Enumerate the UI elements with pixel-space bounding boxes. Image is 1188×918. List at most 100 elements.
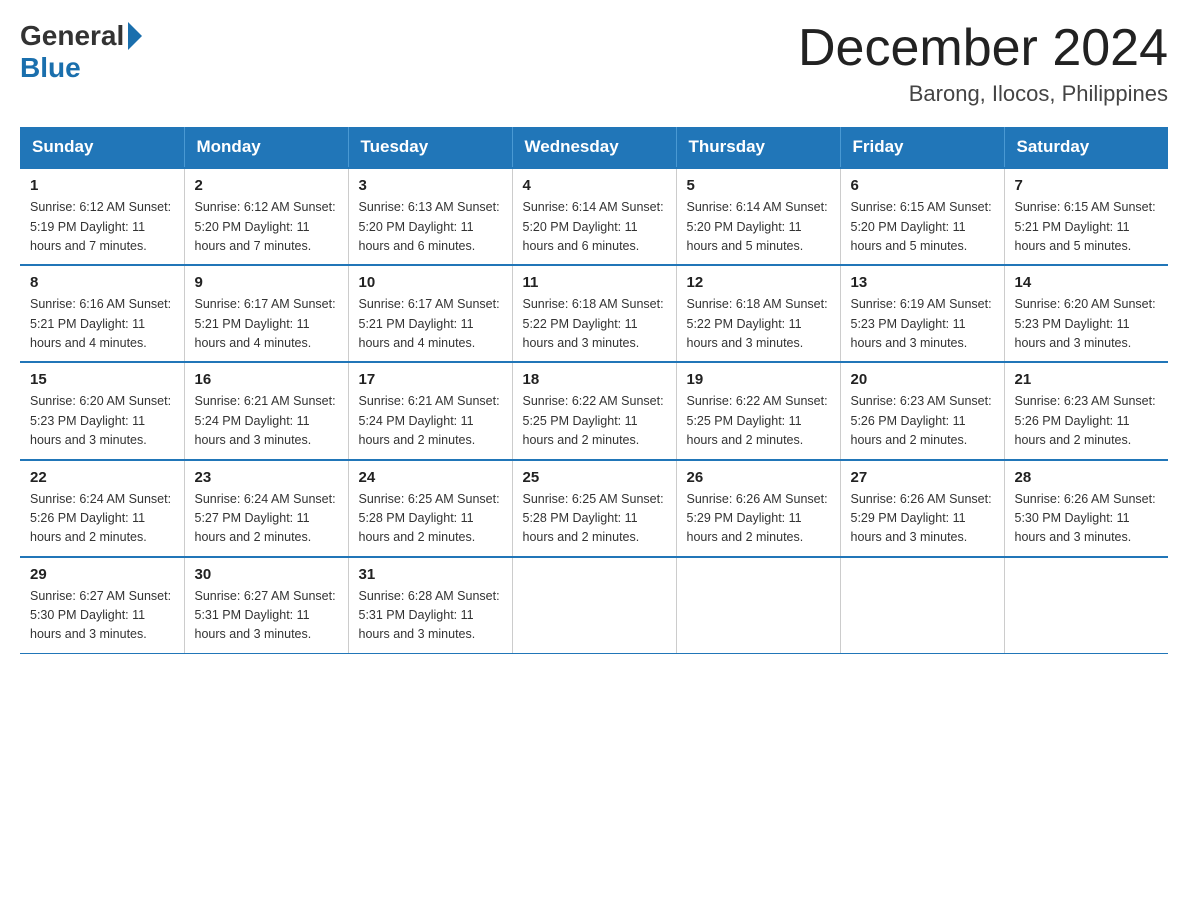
calendar-cell: 4 Sunrise: 6:14 AM Sunset: 5:20 PM Daylig… <box>512 168 676 265</box>
day-number: 1 <box>30 177 174 194</box>
logo-triangle-icon <box>128 22 142 50</box>
calendar-cell: 12 Sunrise: 6:18 AM Sunset: 5:22 PM Dayli… <box>676 265 840 362</box>
calendar-header: SundayMondayTuesdayWednesdayThursdayFrid… <box>20 127 1168 168</box>
day-info: Sunrise: 6:23 AM Sunset: 5:26 PM Dayligh… <box>851 392 994 450</box>
day-number: 28 <box>1015 469 1159 486</box>
day-info: Sunrise: 6:24 AM Sunset: 5:27 PM Dayligh… <box>195 490 338 548</box>
calendar-cell: 6 Sunrise: 6:15 AM Sunset: 5:20 PM Daylig… <box>840 168 1004 265</box>
day-info: Sunrise: 6:24 AM Sunset: 5:26 PM Dayligh… <box>30 490 174 548</box>
day-info: Sunrise: 6:26 AM Sunset: 5:29 PM Dayligh… <box>687 490 830 548</box>
day-number: 30 <box>195 566 338 583</box>
day-info: Sunrise: 6:27 AM Sunset: 5:31 PM Dayligh… <box>195 587 338 645</box>
calendar-cell <box>512 557 676 654</box>
calendar-cell: 9 Sunrise: 6:17 AM Sunset: 5:21 PM Daylig… <box>184 265 348 362</box>
calendar-cell: 22Sunrise: 6:24 AM Sunset: 5:26 PM Dayli… <box>20 460 184 557</box>
calendar-cell: 1 Sunrise: 6:12 AM Sunset: 5:19 PM Daylig… <box>20 168 184 265</box>
day-number: 7 <box>1015 177 1159 194</box>
calendar-cell: 19Sunrise: 6:22 AM Sunset: 5:25 PM Dayli… <box>676 362 840 459</box>
day-number: 8 <box>30 274 174 291</box>
day-number: 18 <box>523 371 666 388</box>
day-info: Sunrise: 6:21 AM Sunset: 5:24 PM Dayligh… <box>359 392 502 450</box>
calendar-cell: 3 Sunrise: 6:13 AM Sunset: 5:20 PM Daylig… <box>348 168 512 265</box>
calendar-cell: 2 Sunrise: 6:12 AM Sunset: 5:20 PM Daylig… <box>184 168 348 265</box>
day-info: Sunrise: 6:12 AM Sunset: 5:20 PM Dayligh… <box>195 198 338 256</box>
day-number: 16 <box>195 371 338 388</box>
calendar-cell <box>840 557 1004 654</box>
day-info: Sunrise: 6:19 AM Sunset: 5:23 PM Dayligh… <box>851 295 994 353</box>
day-of-week-friday: Friday <box>840 127 1004 168</box>
day-number: 2 <box>195 177 338 194</box>
day-info: Sunrise: 6:15 AM Sunset: 5:21 PM Dayligh… <box>1015 198 1159 256</box>
calendar-week-row: 15Sunrise: 6:20 AM Sunset: 5:23 PM Dayli… <box>20 362 1168 459</box>
title-block: December 2024 Barong, Ilocos, Philippine… <box>798 20 1168 107</box>
day-info: Sunrise: 6:27 AM Sunset: 5:30 PM Dayligh… <box>30 587 174 645</box>
calendar-cell: 28Sunrise: 6:26 AM Sunset: 5:30 PM Dayli… <box>1004 460 1168 557</box>
day-number: 27 <box>851 469 994 486</box>
calendar-cell: 13 Sunrise: 6:19 AM Sunset: 5:23 PM Dayli… <box>840 265 1004 362</box>
day-number: 31 <box>359 566 502 583</box>
day-info: Sunrise: 6:17 AM Sunset: 5:21 PM Dayligh… <box>195 295 338 353</box>
day-info: Sunrise: 6:22 AM Sunset: 5:25 PM Dayligh… <box>687 392 830 450</box>
calendar-cell <box>676 557 840 654</box>
day-of-week-wednesday: Wednesday <box>512 127 676 168</box>
calendar-cell: 15Sunrise: 6:20 AM Sunset: 5:23 PM Dayli… <box>20 362 184 459</box>
day-of-week-sunday: Sunday <box>20 127 184 168</box>
day-number: 29 <box>30 566 174 583</box>
calendar-cell: 14Sunrise: 6:20 AM Sunset: 5:23 PM Dayli… <box>1004 265 1168 362</box>
day-of-week-tuesday: Tuesday <box>348 127 512 168</box>
day-number: 12 <box>687 274 830 291</box>
day-info: Sunrise: 6:12 AM Sunset: 5:19 PM Dayligh… <box>30 198 174 256</box>
calendar-cell: 17 Sunrise: 6:21 AM Sunset: 5:24 PM Dayli… <box>348 362 512 459</box>
calendar-cell: 10 Sunrise: 6:17 AM Sunset: 5:21 PM Dayli… <box>348 265 512 362</box>
day-number: 13 <box>851 274 994 291</box>
calendar-cell: 8 Sunrise: 6:16 AM Sunset: 5:21 PM Daylig… <box>20 265 184 362</box>
logo-blue-text: Blue <box>20 52 81 84</box>
day-number: 14 <box>1015 274 1159 291</box>
day-number: 6 <box>851 177 994 194</box>
calendar-cell: 5Sunrise: 6:14 AM Sunset: 5:20 PM Daylig… <box>676 168 840 265</box>
day-info: Sunrise: 6:22 AM Sunset: 5:25 PM Dayligh… <box>523 392 666 450</box>
calendar-cell: 27Sunrise: 6:26 AM Sunset: 5:29 PM Dayli… <box>840 460 1004 557</box>
day-number: 3 <box>359 177 502 194</box>
day-info: Sunrise: 6:15 AM Sunset: 5:20 PM Dayligh… <box>851 198 994 256</box>
day-number: 9 <box>195 274 338 291</box>
day-info: Sunrise: 6:21 AM Sunset: 5:24 PM Dayligh… <box>195 392 338 450</box>
calendar-cell: 24Sunrise: 6:25 AM Sunset: 5:28 PM Dayli… <box>348 460 512 557</box>
calendar-cell: 11Sunrise: 6:18 AM Sunset: 5:22 PM Dayli… <box>512 265 676 362</box>
day-info: Sunrise: 6:18 AM Sunset: 5:22 PM Dayligh… <box>687 295 830 353</box>
calendar-cell: 26 Sunrise: 6:26 AM Sunset: 5:29 PM Dayli… <box>676 460 840 557</box>
calendar-body: 1 Sunrise: 6:12 AM Sunset: 5:19 PM Daylig… <box>20 168 1168 653</box>
calendar-cell: 18 Sunrise: 6:22 AM Sunset: 5:25 PM Dayli… <box>512 362 676 459</box>
calendar-cell: 31Sunrise: 6:28 AM Sunset: 5:31 PM Dayli… <box>348 557 512 654</box>
day-number: 20 <box>851 371 994 388</box>
logo-general-text: General <box>20 20 124 52</box>
day-info: Sunrise: 6:25 AM Sunset: 5:28 PM Dayligh… <box>523 490 666 548</box>
day-of-week-monday: Monday <box>184 127 348 168</box>
day-number: 23 <box>195 469 338 486</box>
month-title: December 2024 <box>798 20 1168 77</box>
calendar-week-row: 29 Sunrise: 6:27 AM Sunset: 5:30 PM Dayli… <box>20 557 1168 654</box>
day-header-row: SundayMondayTuesdayWednesdayThursdayFrid… <box>20 127 1168 168</box>
day-info: Sunrise: 6:14 AM Sunset: 5:20 PM Dayligh… <box>523 198 666 256</box>
calendar-cell: 21 Sunrise: 6:23 AM Sunset: 5:26 PM Dayli… <box>1004 362 1168 459</box>
day-number: 10 <box>359 274 502 291</box>
day-info: Sunrise: 6:13 AM Sunset: 5:20 PM Dayligh… <box>359 198 502 256</box>
calendar-cell: 25Sunrise: 6:25 AM Sunset: 5:28 PM Dayli… <box>512 460 676 557</box>
day-number: 26 <box>687 469 830 486</box>
calendar-cell: 30 Sunrise: 6:27 AM Sunset: 5:31 PM Dayli… <box>184 557 348 654</box>
day-info: Sunrise: 6:16 AM Sunset: 5:21 PM Dayligh… <box>30 295 174 353</box>
location-title: Barong, Ilocos, Philippines <box>798 81 1168 107</box>
day-number: 21 <box>1015 371 1159 388</box>
calendar-table: SundayMondayTuesdayWednesdayThursdayFrid… <box>20 127 1168 654</box>
day-info: Sunrise: 6:17 AM Sunset: 5:21 PM Dayligh… <box>359 295 502 353</box>
logo: General Blue <box>20 20 144 84</box>
day-info: Sunrise: 6:23 AM Sunset: 5:26 PM Dayligh… <box>1015 392 1159 450</box>
calendar-cell <box>1004 557 1168 654</box>
calendar-week-row: 8 Sunrise: 6:16 AM Sunset: 5:21 PM Daylig… <box>20 265 1168 362</box>
day-number: 24 <box>359 469 502 486</box>
calendar-cell: 29 Sunrise: 6:27 AM Sunset: 5:30 PM Dayli… <box>20 557 184 654</box>
day-number: 5 <box>687 177 830 194</box>
day-number: 4 <box>523 177 666 194</box>
day-number: 17 <box>359 371 502 388</box>
day-info: Sunrise: 6:18 AM Sunset: 5:22 PM Dayligh… <box>523 295 666 353</box>
